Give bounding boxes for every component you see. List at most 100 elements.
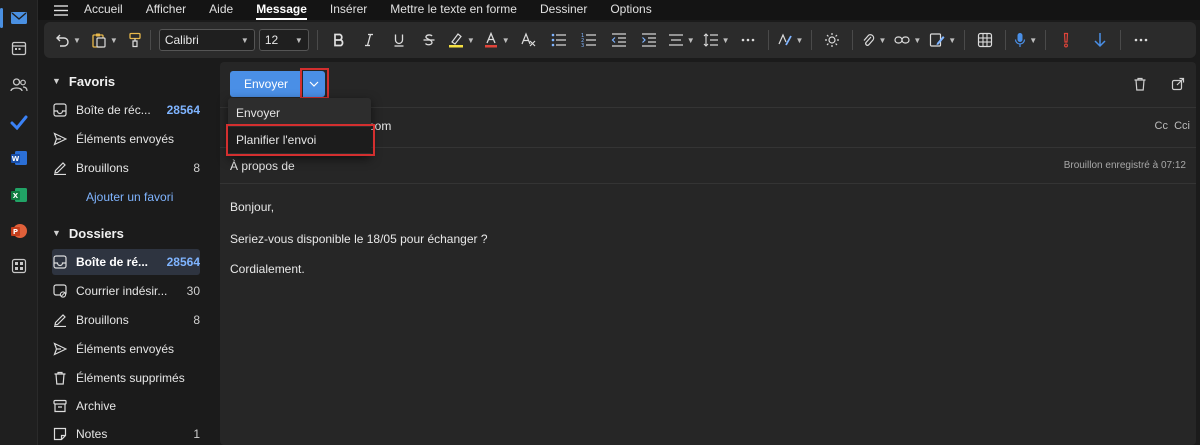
folders-header[interactable]: ▼ Dossiers [52,223,124,243]
attach-file-button[interactable]: ▼ [861,27,886,53]
apps-grid-icon[interactable] [0,248,38,284]
chevron-down-icon: ▼ [294,35,303,45]
svg-text:P: P [13,228,18,236]
tab-format-text[interactable]: Mettre le texte en forme [390,0,517,20]
folder-sent[interactable]: Éléments envoyés [52,336,200,362]
highlight-button[interactable]: ▼ [448,27,475,53]
item-count: 1 [193,427,200,441]
underline-button[interactable] [386,27,412,53]
hamburger-menu-icon[interactable] [38,0,84,20]
folders-title: Dossiers [68,225,124,241]
tab-inserer[interactable]: Insérer [330,0,367,20]
brightness-icon[interactable] [820,27,844,53]
strikethrough-button[interactable] [416,27,442,53]
bullets-button[interactable] [546,27,572,53]
tab-message[interactable]: Message [256,0,307,20]
send-button[interactable]: Envoyer [230,71,302,97]
chevron-down-icon: ▼ [913,35,922,45]
undo-button[interactable]: ▼ [54,27,81,53]
body-line: Cordialement. [230,262,305,276]
toolbar-divider [1005,30,1007,50]
toolbar-divider [811,30,813,50]
chevron-down-icon: ▼ [501,35,510,45]
inbox-icon [52,102,68,118]
inbox-icon [52,254,68,270]
paste-button[interactable]: ▼ [91,27,118,53]
numbering-button[interactable]: 123 [576,27,602,53]
chevron-down-icon: ▼ [795,35,804,45]
excel-app-icon[interactable]: X [0,177,38,213]
folder-deleted[interactable]: Éléments supprimés [52,365,200,391]
insert-link-button[interactable]: ▼ [894,27,921,53]
signature-button[interactable]: ▼ [929,27,956,53]
tab-dessiner[interactable]: Dessiner [540,0,587,20]
body-divider [220,183,1196,184]
high-importance-icon[interactable] [1054,27,1078,53]
italic-button[interactable] [356,27,382,53]
draft-saved-status: Brouillon enregistré à 07:12 [1063,160,1186,171]
chevron-down-icon: ▼ [52,76,61,86]
tab-options[interactable]: Options [610,0,651,20]
chevron-down-icon: ▼ [948,35,957,45]
calendar-app-icon[interactable] [0,30,38,66]
dictate-button[interactable]: ▼ [1014,27,1037,53]
align-button[interactable]: ▼ [668,27,695,53]
tab-accueil[interactable]: Accueil [84,0,123,20]
increase-indent-button[interactable] [636,27,662,53]
table-icon[interactable] [973,27,997,53]
more-format-icon[interactable] [736,27,760,53]
subject-placeholder[interactable]: À propos de [230,159,295,173]
svg-text:X: X [13,192,19,200]
people-app-icon[interactable] [0,67,38,103]
powerpoint-app-icon[interactable]: P [0,213,38,249]
chevron-down-icon: ▼ [52,228,61,238]
word-app-icon[interactable]: W [0,140,38,176]
item-count: 8 [193,161,200,175]
folder-pane: ▼ Favoris Boîte de réc... 28564 Éléments… [38,60,212,445]
discard-trash-icon[interactable] [1132,76,1148,92]
todo-app-icon[interactable] [0,104,38,140]
folder-label: Notes [76,427,108,441]
app-rail: W X P [0,0,38,445]
styles-button[interactable]: ▼ [777,27,804,53]
favorites-header[interactable]: ▼ Favoris [52,71,115,91]
favorite-sent[interactable]: Éléments envoyés [52,126,200,152]
folder-label: Brouillons [76,313,129,327]
clear-formatting-button[interactable] [516,27,540,53]
folder-inbox[interactable]: Boîte de ré... 28564 [52,249,200,275]
cc-button[interactable]: Cc [1155,120,1168,132]
send-icon [52,131,68,147]
font-size-select[interactable]: 12 ▼ [258,29,309,51]
unread-count: 28564 [166,103,200,117]
folder-archive[interactable]: Archive [52,393,200,419]
chevron-down-icon: ▼ [721,35,730,45]
folder-notes[interactable]: Notes 1 [52,421,200,445]
tab-aide[interactable]: Aide [209,0,233,20]
low-importance-icon[interactable] [1088,27,1112,53]
toolbar-divider [852,30,854,50]
decrease-indent-button[interactable] [606,27,632,53]
highlight-box-schedule-send [226,124,375,156]
folder-junk[interactable]: Courrier indésir... 30 [52,278,200,304]
send-icon [52,341,68,357]
folder-label: Éléments supprimés [76,371,185,385]
bold-button[interactable] [326,27,352,53]
menu-item-send[interactable]: Envoyer [228,100,371,126]
bcc-button[interactable]: Cci [1174,120,1190,132]
add-favorite-link[interactable]: Ajouter un favori [86,190,173,204]
folder-drafts[interactable]: Brouillons 8 [52,307,200,333]
line-spacing-button[interactable]: ▼ [703,27,730,53]
more-options-icon[interactable] [1129,27,1153,53]
chevron-down-icon: ▼ [73,35,81,45]
tab-afficher[interactable]: Afficher [146,0,186,20]
font-color-button[interactable]: ▼ [483,27,510,53]
favorites-title: Favoris [68,73,116,89]
favorite-drafts[interactable]: Brouillons 8 [52,155,200,181]
favorite-inbox[interactable]: Boîte de réc... 28564 [52,97,200,123]
font-family-value: Calibri [164,33,199,47]
pop-out-icon[interactable] [1170,76,1186,92]
folder-label: Archive [76,399,117,413]
format-painter-button[interactable] [128,27,142,53]
font-family-select[interactable]: Calibri ▼ [158,29,255,51]
toolbar-divider [1045,30,1047,50]
